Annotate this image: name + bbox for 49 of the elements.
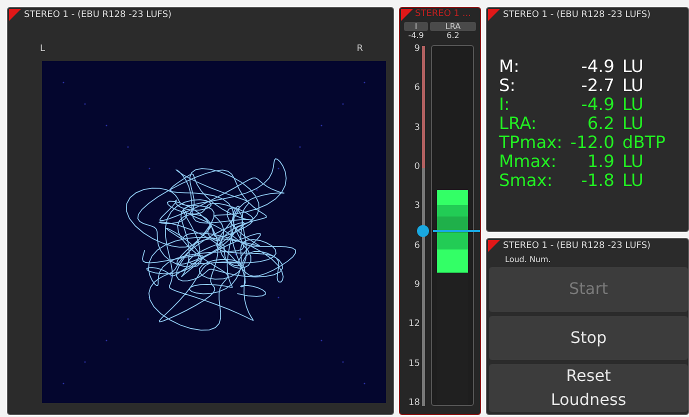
readout-label: Smax: [499,172,554,191]
column-header: I [404,22,428,31]
scale-label: 12 [408,319,420,330]
readout-unit: LU [622,115,644,134]
scale-label: 0 [413,162,420,172]
scale-label: 9 [413,44,420,54]
corner-marker-icon [401,9,413,21]
readout-value: -2.7 [580,77,614,96]
readout-value: -1.8 [580,172,614,191]
meter-title: STEREO 1 ... [415,9,471,20]
scale-label: 18 [408,398,420,408]
corner-marker-icon [9,9,21,21]
readout-label: LRA: [499,115,538,134]
readout-label: I: [499,96,511,115]
readout-unit: LU [622,153,644,172]
readout-value: 1.9 [586,153,614,172]
corner-marker-icon [488,240,500,252]
scale-label: 3 [413,201,420,212]
readout-label: Mmax: [499,153,558,172]
readout-unit: LU [622,58,644,77]
readout-label: TPmax: [499,134,562,153]
meter-reading: -4.9 [407,31,425,40]
readout-unit: LU [622,77,644,96]
column-header: LRA [430,22,476,31]
readout-label: M: [499,58,520,77]
panel-title: STEREO 1 - (EBU R128 -23 LUFS) [503,241,651,253]
scale-label: 9 [413,280,420,290]
readout-value: -12.0 [570,134,614,153]
readout-unit: LU [622,172,644,191]
readout-unit: LU [622,96,644,115]
meter-reading: 6.2 [446,31,460,40]
left-channel-label: L [40,44,46,56]
readout-value: 6.2 [586,115,614,134]
control-button[interactable]: Stop [489,316,688,360]
panel-title: STEREO 1 - (EBU R128 -23 LUFS) [24,10,172,22]
readout-unit: dBTP [622,134,666,153]
panel-subtitle: Loud. Num. [504,254,552,265]
readout-value: -4.9 [580,96,614,115]
scale-label: 15 [408,358,420,369]
integrated-level-line [433,230,480,232]
readout-label: S: [499,77,517,96]
readout-value: -4.9 [580,58,614,77]
control-button[interactable]: Reset Loudness [489,364,688,412]
right-channel-label: R [356,44,363,56]
panel-title: STEREO 1 - (EBU R128 -23 LUFS) [503,10,651,22]
scale-label: 3 [413,122,420,133]
scale-label: 6 [413,83,420,94]
scale-label: 6 [413,240,420,251]
corner-marker-icon [488,9,500,21]
